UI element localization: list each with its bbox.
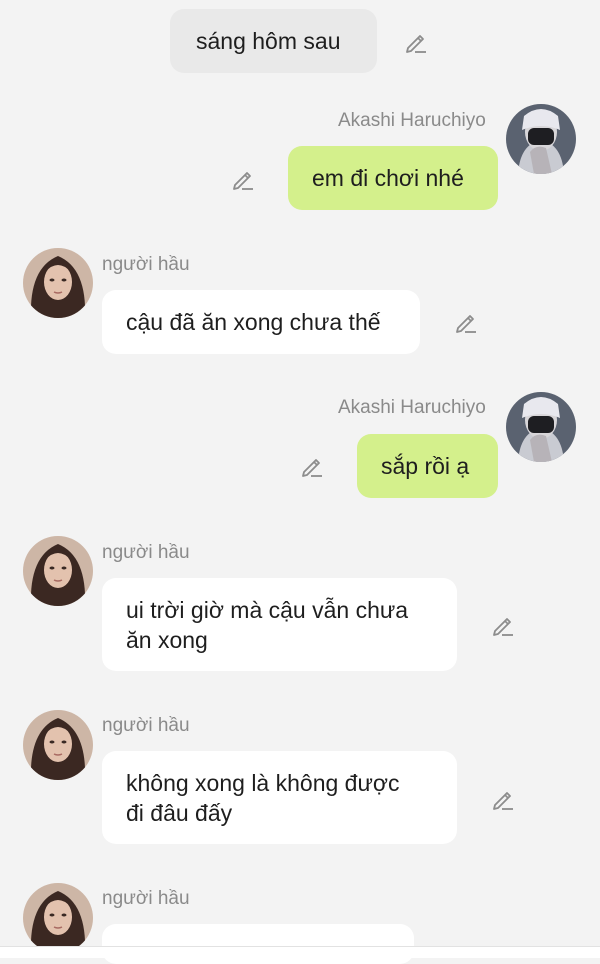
pencil-edit-icon[interactable] — [403, 29, 429, 55]
message-bubble[interactable]: sắp rồi ạ — [357, 434, 498, 498]
message-bubble[interactable]: em đi chơi nhé — [288, 146, 498, 210]
avatar-nguoi-hau[interactable] — [23, 248, 93, 318]
avatar-nguoi-hau[interactable] — [23, 536, 93, 606]
avatar-akashi[interactable] — [506, 392, 576, 462]
sender-name: Akashi Haruchiyo — [338, 397, 486, 418]
message-text-line: ui trời giờ mà cậu vẫn chưa — [126, 597, 409, 623]
avatar-nguoi-hau[interactable] — [23, 710, 93, 780]
sender-name: người hầu — [102, 542, 190, 563]
message-text-line: ăn xong — [126, 627, 208, 653]
message-bubble[interactable]: ui trời giờ mà cậu vẫn chưa ăn xong — [102, 578, 457, 671]
system-note-bubble: sáng hôm sau — [170, 9, 377, 73]
message-text-line: không xong là không được — [126, 770, 400, 796]
pencil-edit-icon[interactable] — [299, 453, 325, 479]
avatar-nguoi-hau[interactable] — [23, 883, 93, 953]
pencil-edit-icon[interactable] — [453, 309, 479, 335]
sender-name: người hầu — [102, 715, 190, 736]
message-bubble[interactable]: không xong là không được đi đâu đấy — [102, 751, 457, 844]
pencil-edit-icon[interactable] — [230, 166, 256, 192]
message-bubble[interactable]: cậu đã ăn xong chưa thế — [102, 290, 420, 354]
sender-name: người hầu — [102, 254, 190, 275]
message-bubble[interactable] — [102, 924, 414, 964]
pencil-edit-icon[interactable] — [490, 612, 516, 638]
avatar-akashi[interactable] — [506, 104, 576, 174]
sender-name: người hầu — [102, 888, 190, 909]
message-text: em đi chơi nhé — [312, 165, 464, 191]
pencil-edit-icon[interactable] — [490, 786, 516, 812]
system-note-text: sáng hôm sau — [196, 28, 341, 54]
message-text: cậu đã ăn xong chưa thế — [126, 309, 381, 335]
bottom-bar-edge — [0, 946, 600, 958]
message-text: sắp rồi ạ — [381, 453, 470, 479]
sender-name: Akashi Haruchiyo — [338, 110, 486, 131]
message-text-line: đi đâu đấy — [126, 800, 233, 826]
